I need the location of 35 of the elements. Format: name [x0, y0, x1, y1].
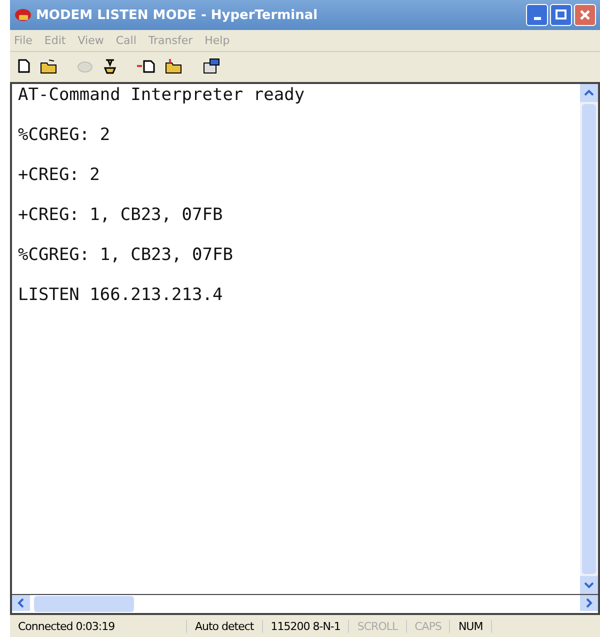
status-panel: SCROLL: [349, 620, 407, 632]
chevron-up-icon[interactable]: [580, 84, 598, 102]
phone-icon: [14, 8, 32, 22]
maximize-icon: [555, 9, 567, 21]
status-panel: Connected 0:03:19: [10, 620, 187, 632]
terminal-line: +CREG: 2: [18, 164, 101, 187]
status-panel: Auto detect: [187, 620, 263, 632]
terminal-line: AT-Command Interpreter ready: [18, 84, 306, 107]
vertical-scrollbar[interactable]: [580, 84, 598, 594]
menu-item[interactable]: Edit: [44, 34, 66, 47]
status-panel: CAPS: [406, 620, 450, 632]
terminal-line: LISTEN 166.213.213.4: [18, 284, 224, 307]
menu-item[interactable]: Help: [204, 34, 230, 47]
scroll-thumb[interactable]: [34, 596, 134, 612]
horizontal-scrollbar[interactable]: [10, 594, 600, 615]
scroll-thumb[interactable]: [582, 104, 596, 574]
minimize-icon: [534, 16, 540, 20]
menu-item[interactable]: View: [78, 34, 104, 47]
close-button[interactable]: [574, 4, 596, 26]
chevron-right-icon[interactable]: [580, 595, 598, 611]
minimize-button[interactable]: [526, 4, 548, 26]
status-panel: 115200 8-N-1: [262, 620, 350, 632]
menu-item[interactable]: File: [14, 34, 32, 47]
close-icon: [579, 9, 591, 21]
menu-item[interactable]: Transfer: [148, 34, 193, 47]
chevron-left-icon[interactable]: [12, 595, 30, 611]
terminal-line: %CGREG: 2: [18, 124, 112, 147]
terminal-line: %CGREG: 1, CB23, 07FB: [18, 244, 234, 267]
maximize-button[interactable]: [550, 4, 572, 26]
status-panel: NUM: [450, 620, 492, 632]
menu-item[interactable]: Call: [116, 34, 136, 47]
window-title: MODEM LISTEN MODE - HyperTerminal: [36, 8, 319, 22]
send-button[interactable]: [134, 58, 158, 74]
chevron-down-icon[interactable]: [580, 576, 598, 594]
terminal-line: +CREG: 1, CB23, 07FB: [18, 204, 224, 227]
